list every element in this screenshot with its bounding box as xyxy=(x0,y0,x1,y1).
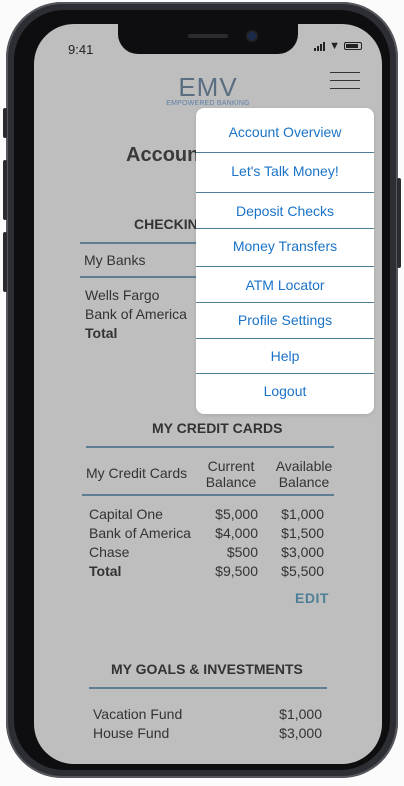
menu-icon[interactable] xyxy=(330,72,360,90)
app-logo: EMV EMPOWERED BANKING xyxy=(162,74,254,107)
menu-item-atm-locator[interactable]: ATM Locator xyxy=(196,277,374,293)
page-background: 9:41 ▼ EMV EMPOWERED BANKING Account CHE… xyxy=(0,0,404,786)
credit-row-current: $500 xyxy=(226,544,258,560)
notch xyxy=(118,24,298,54)
credit-header-available-2: Balance xyxy=(278,474,330,490)
menu-item-logout[interactable]: Logout xyxy=(196,383,374,399)
menu-item-money-transfers[interactable]: Money Transfers xyxy=(196,238,374,254)
credit-row-current: $4,000 xyxy=(215,525,258,541)
status-time: 9:41 xyxy=(68,42,94,57)
credit-header-current-1: Current xyxy=(207,458,255,474)
nav-menu: Account Overview Let's Talk Money! Depos… xyxy=(196,108,374,414)
goals-rule xyxy=(89,687,327,689)
camera-icon xyxy=(248,32,256,40)
wifi-icon: ▼ xyxy=(329,40,340,52)
mute-switch xyxy=(3,108,7,138)
goals-row-amount: $1,000 xyxy=(279,706,322,722)
volume-up-button xyxy=(3,160,7,220)
credit-row-name: Bank of America xyxy=(89,525,191,541)
phone-frame: 9:41 ▼ EMV EMPOWERED BANKING Account CHE… xyxy=(3,2,401,778)
menu-item-lets-talk-money[interactable]: Let's Talk Money! xyxy=(196,163,374,179)
menu-item-help[interactable]: Help xyxy=(196,348,374,364)
credit-row-available: $1,000 xyxy=(281,506,324,522)
speaker-grille xyxy=(188,34,228,38)
credit-header-current-2: Balance xyxy=(205,474,257,490)
goals-row-name: House Fund xyxy=(93,725,170,741)
edit-credit-cards-button[interactable]: EDIT xyxy=(295,590,329,606)
credit-row-available: $1,500 xyxy=(281,525,324,541)
power-button xyxy=(397,178,401,268)
menu-item-account-overview[interactable]: Account Overview xyxy=(196,124,374,140)
phone-screen: 9:41 ▼ EMV EMPOWERED BANKING Account CHE… xyxy=(34,24,382,764)
credit-total-available: $5,500 xyxy=(281,563,324,579)
checking-section-title: CHECKIN xyxy=(134,216,198,232)
checking-total-label: Total xyxy=(85,325,118,341)
credit-header-name: My Credit Cards xyxy=(86,465,188,481)
menu-divider xyxy=(196,192,374,193)
menu-item-profile-settings[interactable]: Profile Settings xyxy=(196,312,374,328)
menu-divider xyxy=(196,152,374,153)
menu-divider xyxy=(196,266,374,267)
signal-icon xyxy=(314,41,326,51)
credit-row-name: Chase xyxy=(89,544,130,560)
menu-divider xyxy=(196,338,374,339)
status-icons: ▼ xyxy=(314,40,362,52)
credit-total-label: Total xyxy=(89,563,122,579)
menu-divider xyxy=(196,228,374,229)
credit-header-available-1: Available xyxy=(275,458,333,474)
logo-tagline: EMPOWERED BANKING xyxy=(166,100,250,107)
checking-row-bank-of-america: Bank of America xyxy=(85,306,187,322)
checking-header-banks: My Banks xyxy=(84,252,146,268)
credit-total-current: $9,500 xyxy=(215,563,258,579)
menu-divider xyxy=(196,373,374,374)
credit-rule-top xyxy=(86,446,334,448)
battery-icon xyxy=(344,42,362,50)
volume-down-button xyxy=(3,232,7,292)
logo-mark: EMV xyxy=(178,72,238,102)
menu-divider xyxy=(196,302,374,303)
credit-rule-header xyxy=(82,494,334,496)
credit-section-title: MY CREDIT CARDS xyxy=(152,420,283,436)
checking-row-wells-fargo: Wells Fargo xyxy=(85,287,160,303)
goals-section-title: MY GOALS & INVESTMENTS xyxy=(111,661,303,677)
credit-row-name: Capital One xyxy=(89,506,163,522)
page-title: Account xyxy=(126,144,206,166)
menu-item-deposit-checks[interactable]: Deposit Checks xyxy=(196,203,374,219)
credit-row-available: $3,000 xyxy=(281,544,324,560)
goals-row-name: Vacation Fund xyxy=(93,706,183,722)
goals-row-amount: $3,000 xyxy=(279,725,322,741)
credit-row-current: $5,000 xyxy=(215,506,258,522)
